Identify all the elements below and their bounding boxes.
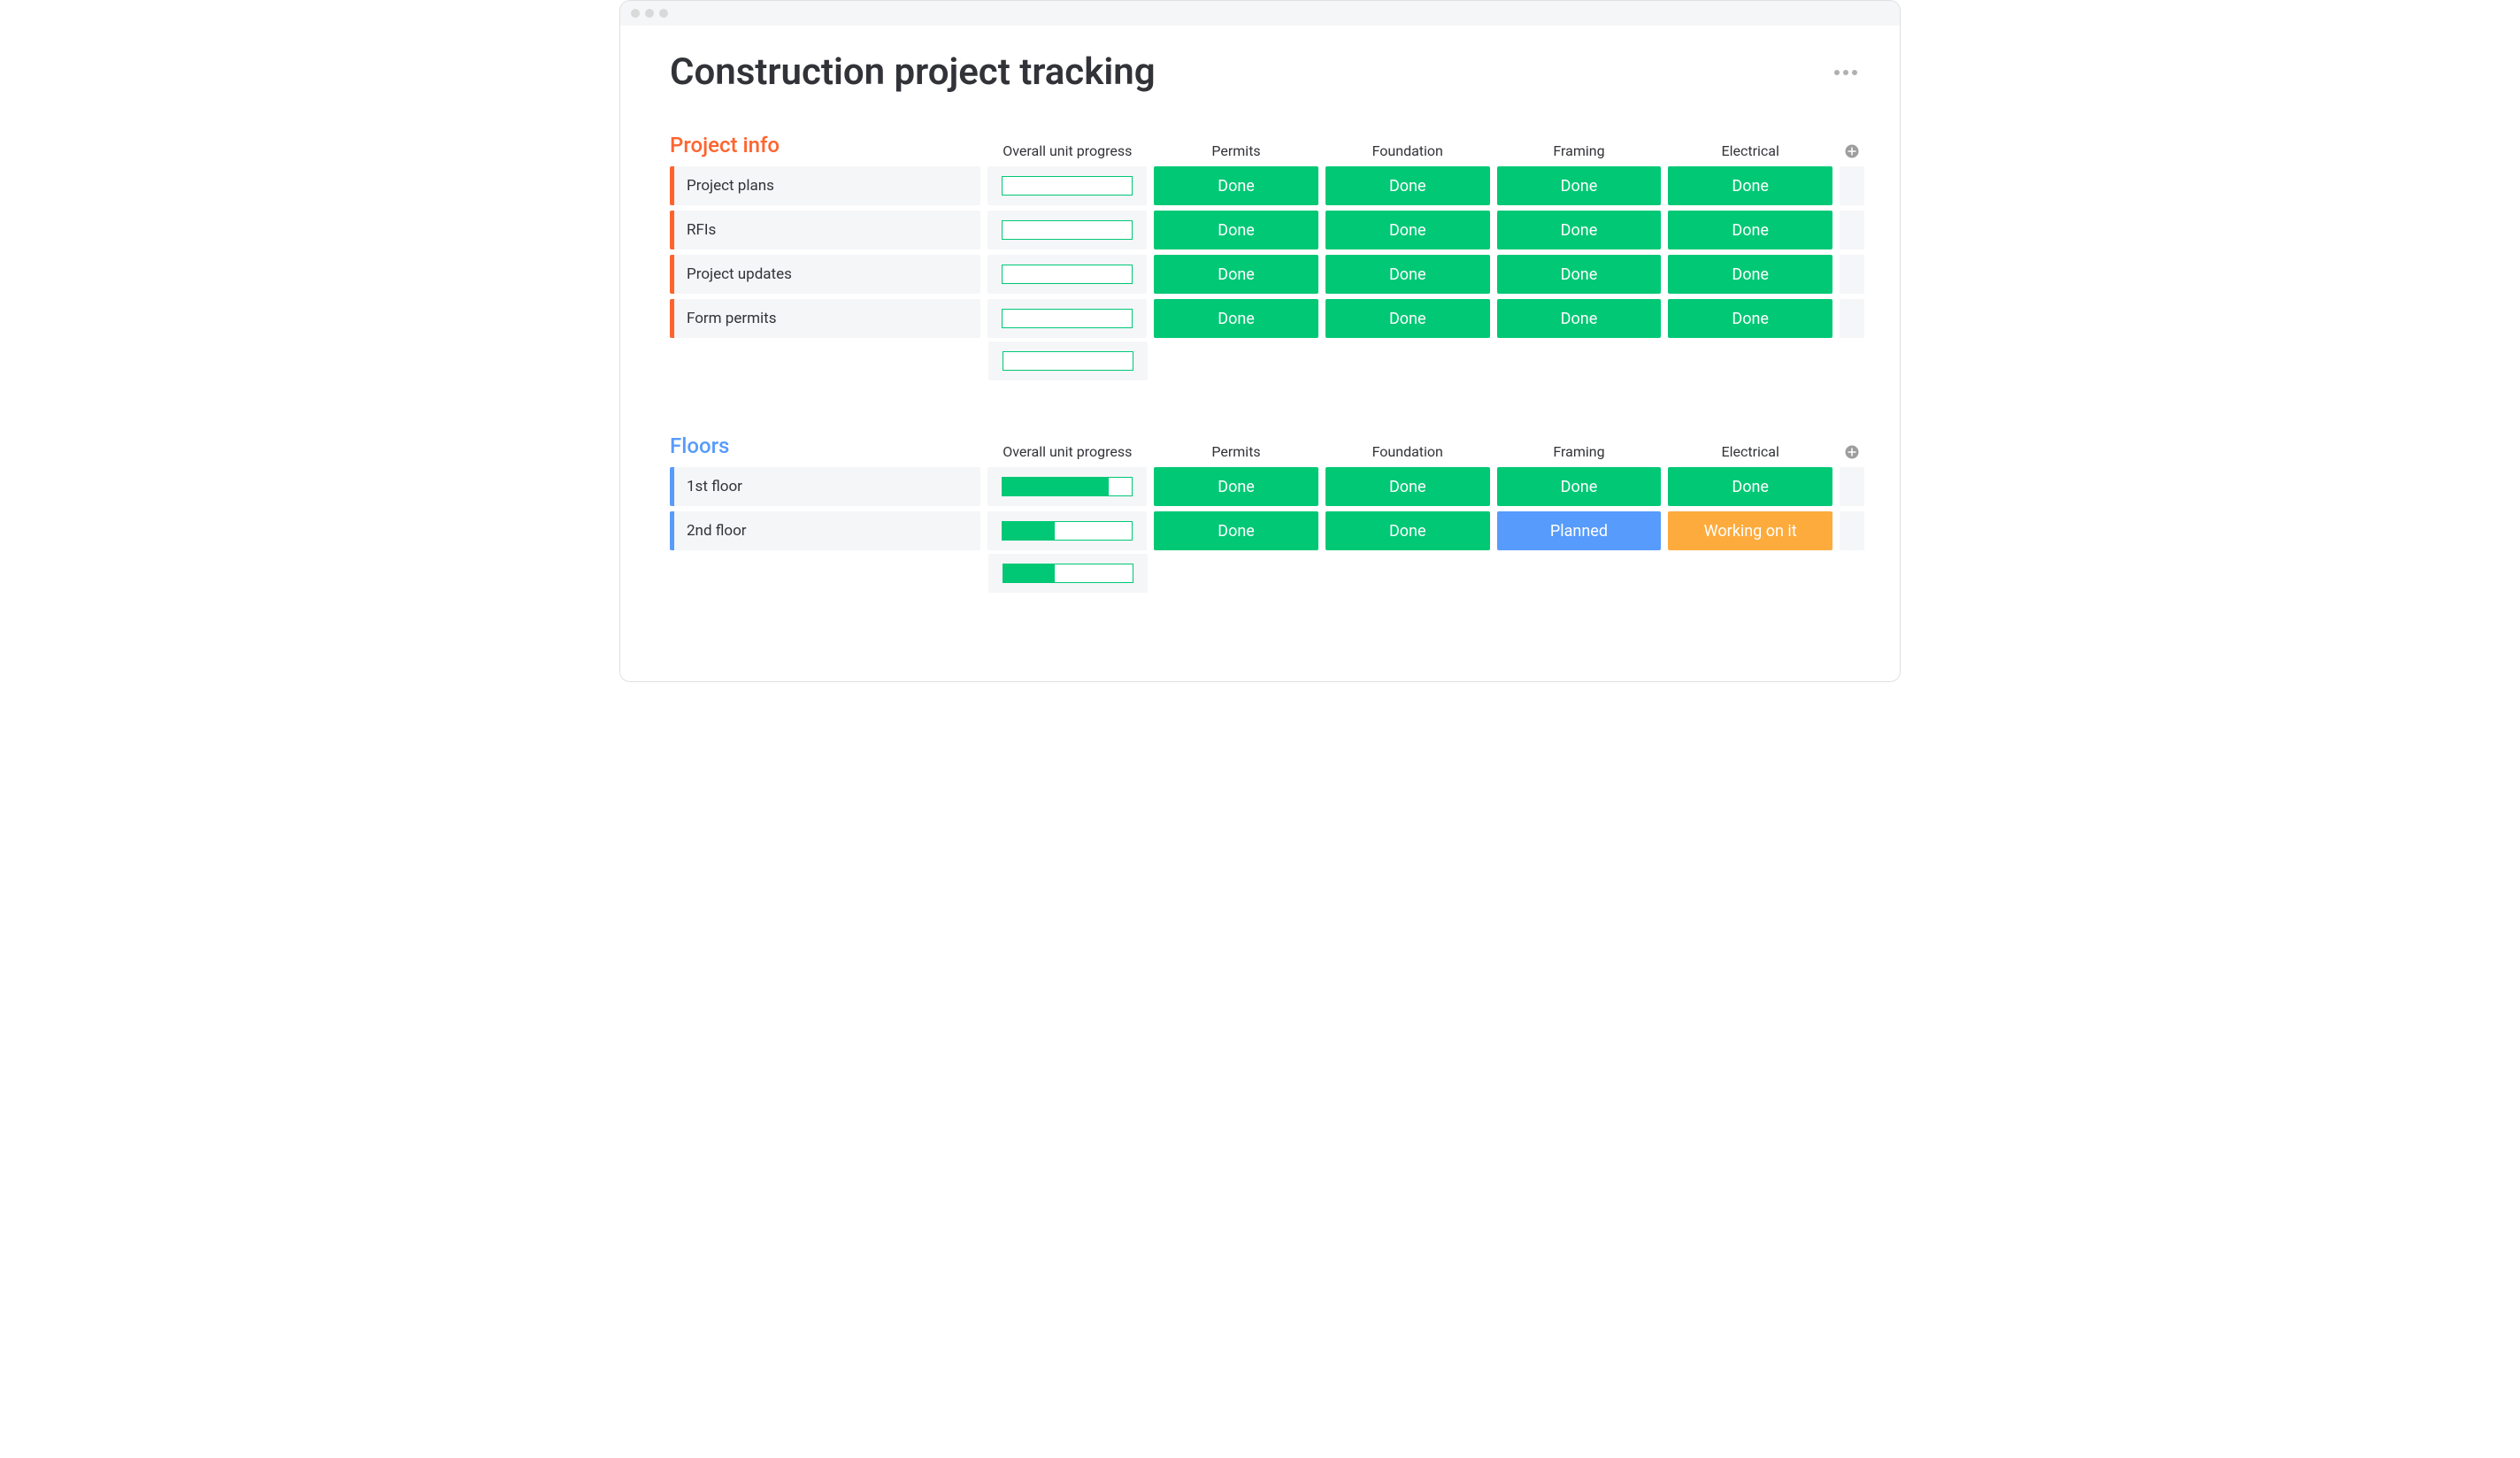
- status-cell[interactable]: Done: [1154, 255, 1318, 294]
- trailing-cell[interactable]: [1840, 166, 1864, 205]
- progress-bar: [1002, 309, 1133, 328]
- column-header-permits[interactable]: Permits: [1154, 142, 1318, 159]
- column-header-electrical[interactable]: Electrical: [1668, 443, 1832, 460]
- table-row: Form permitsDoneDoneDoneDone: [670, 299, 1864, 338]
- table-row: 1st floorDoneDoneDoneDone: [670, 467, 1864, 506]
- group-header: Project info Overall unit progress Permits…: [670, 133, 1864, 159]
- status-cell[interactable]: Done: [1497, 299, 1662, 338]
- column-header-progress[interactable]: Overall unit progress: [987, 443, 1147, 460]
- progress-fill: [1003, 522, 1054, 540]
- window-control-dot[interactable]: [659, 9, 668, 18]
- status-cell[interactable]: Done: [1325, 511, 1490, 550]
- status-cell[interactable]: Done: [1497, 211, 1662, 249]
- table-row: RFIsDoneDoneDoneDone: [670, 211, 1864, 249]
- status-cell[interactable]: Done: [1154, 299, 1318, 338]
- board-content: Construction project tracking Project in…: [620, 26, 1900, 681]
- table-row: 2nd floorDoneDonePlannedWorking on it: [670, 511, 1864, 550]
- group-rows: 1st floorDoneDoneDoneDone2nd floorDoneDo…: [670, 467, 1864, 550]
- column-header-foundation[interactable]: Foundation: [1325, 142, 1490, 159]
- progress-cell[interactable]: [987, 467, 1147, 506]
- app-window: Construction project tracking Project in…: [619, 0, 1901, 682]
- status-cell[interactable]: Done: [1668, 255, 1832, 294]
- row-name-cell[interactable]: Project plans: [670, 166, 980, 205]
- trailing-cell[interactable]: [1840, 211, 1864, 249]
- add-column-button[interactable]: [1840, 143, 1864, 159]
- group-floors: Floors Overall unit progress Permits Founda…: [670, 434, 1864, 593]
- group-header: Floors Overall unit progress Permits Founda…: [670, 434, 1864, 460]
- trailing-cell[interactable]: [1840, 511, 1864, 550]
- progress-bar: [1002, 477, 1133, 496]
- status-cell[interactable]: Working on it: [1668, 511, 1832, 550]
- page-header: Construction project tracking: [670, 50, 1864, 94]
- trailing-cell[interactable]: [1840, 299, 1864, 338]
- progress-bar: [1002, 220, 1133, 240]
- column-header-progress[interactable]: Overall unit progress: [987, 142, 1147, 159]
- plus-icon: [1844, 143, 1860, 159]
- status-cell[interactable]: Planned: [1497, 511, 1662, 550]
- progress-cell[interactable]: [987, 511, 1147, 550]
- window-titlebar: [620, 1, 1900, 26]
- progress-cell[interactable]: [987, 211, 1147, 249]
- progress-fill: [1003, 564, 1055, 582]
- summary-progress-cell[interactable]: [988, 341, 1148, 380]
- group-title[interactable]: Project info: [670, 133, 980, 159]
- trailing-cell[interactable]: [1840, 467, 1864, 506]
- status-cell[interactable]: Done: [1325, 467, 1490, 506]
- progress-bar: [1002, 176, 1133, 196]
- progress-bar: [1003, 351, 1133, 371]
- trailing-cell[interactable]: [1840, 255, 1864, 294]
- progress-cell[interactable]: [987, 255, 1147, 294]
- plus-icon: [1844, 444, 1860, 460]
- status-cell[interactable]: Done: [1668, 299, 1832, 338]
- status-cell[interactable]: Done: [1668, 467, 1832, 506]
- status-cell[interactable]: Done: [1325, 255, 1490, 294]
- column-header-electrical[interactable]: Electrical: [1668, 142, 1832, 159]
- progress-bar: [1002, 265, 1133, 284]
- progress-bar: [1003, 564, 1133, 583]
- status-cell[interactable]: Done: [1668, 211, 1832, 249]
- row-name-cell[interactable]: RFIs: [670, 211, 980, 249]
- row-name-cell[interactable]: Project updates: [670, 255, 980, 294]
- summary-progress-cell[interactable]: [988, 554, 1148, 593]
- status-cell[interactable]: Done: [1325, 299, 1490, 338]
- summary-spacer: [670, 554, 981, 593]
- status-cell[interactable]: Done: [1497, 255, 1662, 294]
- table-row: Project updatesDoneDoneDoneDone: [670, 255, 1864, 294]
- progress-cell[interactable]: [987, 166, 1147, 205]
- column-header-framing[interactable]: Framing: [1497, 142, 1662, 159]
- group-rows: Project plansDoneDoneDoneDoneRFIsDoneDon…: [670, 166, 1864, 338]
- progress-cell[interactable]: [987, 299, 1147, 338]
- group-project-info: Project info Overall unit progress Permits…: [670, 133, 1864, 380]
- table-row: Project plansDoneDoneDoneDone: [670, 166, 1864, 205]
- status-cell[interactable]: Done: [1325, 211, 1490, 249]
- column-header-foundation[interactable]: Foundation: [1325, 443, 1490, 460]
- progress-bar: [1002, 521, 1133, 541]
- status-cell[interactable]: Done: [1154, 511, 1318, 550]
- group-summary-row: [670, 341, 1864, 380]
- status-cell[interactable]: Done: [1325, 166, 1490, 205]
- page-title: Construction project tracking: [670, 50, 1156, 94]
- status-cell[interactable]: Done: [1497, 467, 1662, 506]
- more-options-button[interactable]: [1834, 70, 1864, 75]
- column-header-permits[interactable]: Permits: [1154, 443, 1318, 460]
- status-cell[interactable]: Done: [1668, 166, 1832, 205]
- summary-spacer: [670, 341, 981, 380]
- group-summary-row: [670, 554, 1864, 593]
- progress-fill: [1003, 478, 1109, 495]
- status-cell[interactable]: Done: [1154, 211, 1318, 249]
- column-header-framing[interactable]: Framing: [1497, 443, 1662, 460]
- row-name-cell[interactable]: Form permits: [670, 299, 980, 338]
- window-control-dot[interactable]: [631, 9, 640, 18]
- window-control-dot[interactable]: [645, 9, 654, 18]
- group-title[interactable]: Floors: [670, 434, 980, 460]
- status-cell[interactable]: Done: [1154, 467, 1318, 506]
- row-name-cell[interactable]: 1st floor: [670, 467, 980, 506]
- add-column-button[interactable]: [1840, 444, 1864, 460]
- row-name-cell[interactable]: 2nd floor: [670, 511, 980, 550]
- status-cell[interactable]: Done: [1154, 166, 1318, 205]
- status-cell[interactable]: Done: [1497, 166, 1662, 205]
